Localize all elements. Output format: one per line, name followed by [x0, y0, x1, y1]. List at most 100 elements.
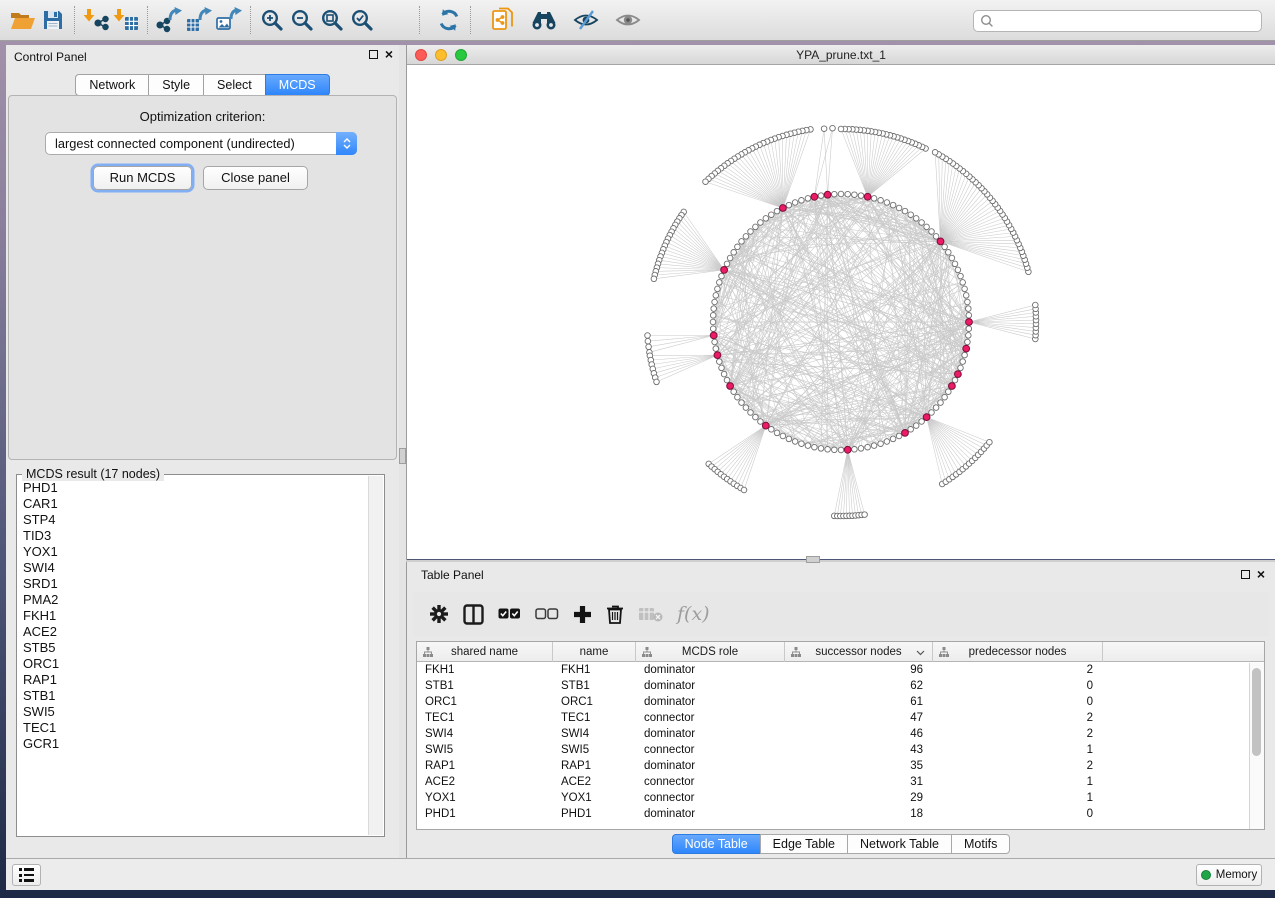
cell-predecessor-nodes: 0 — [933, 678, 1103, 694]
cell-shared-name: SWI5 — [417, 742, 553, 758]
select-all-button[interactable] — [498, 608, 521, 620]
table-scrollbar-thumb[interactable] — [1252, 668, 1261, 756]
cell-mcds-role: dominator — [636, 758, 785, 774]
deselect-all-button[interactable] — [535, 608, 559, 620]
export-table-button[interactable] — [184, 5, 214, 35]
result-item[interactable]: CAR1 — [23, 496, 367, 512]
table-row[interactable]: STB1STB1dominator620 — [417, 678, 1264, 694]
table-row[interactable]: ORC1ORC1dominator610 — [417, 694, 1264, 710]
create-column-button[interactable] — [573, 605, 592, 624]
network-graph — [407, 65, 1275, 559]
search-input[interactable] — [999, 14, 1261, 28]
table-panel: Table Panel × — [406, 562, 1275, 858]
close-window-icon[interactable] — [415, 49, 427, 61]
close-panel-icon[interactable]: × — [385, 49, 393, 59]
table-row[interactable]: ACE2ACE2connector311 — [417, 774, 1264, 790]
cell-predecessor-nodes: 2 — [933, 726, 1103, 742]
tab-mcds[interactable]: MCDS — [265, 74, 330, 96]
first-neighbors-button[interactable] — [529, 5, 559, 35]
open-session-button[interactable] — [8, 5, 38, 35]
optimization-criterion-select[interactable]: largest connected component (undirected) — [45, 132, 357, 155]
table-row[interactable]: YOX1YOX1connector291 — [417, 790, 1264, 806]
result-item[interactable]: STB5 — [23, 640, 367, 656]
result-item[interactable]: TID3 — [23, 528, 367, 544]
network-canvas[interactable] — [407, 65, 1275, 559]
cell-shared-name: ACE2 — [417, 774, 553, 790]
tab-select[interactable]: Select — [203, 74, 265, 96]
cell-mcds-role: connector — [636, 774, 785, 790]
result-item[interactable]: ORC1 — [23, 656, 367, 672]
zoom-in-button[interactable] — [257, 5, 287, 35]
tab-node-table[interactable]: Node Table — [672, 834, 760, 854]
table-row[interactable]: TEC1TEC1connector472 — [417, 710, 1264, 726]
column-header-predecessor-nodes[interactable]: predecessor nodes — [933, 642, 1103, 662]
result-item[interactable]: STB1 — [23, 688, 367, 704]
result-item[interactable]: YOX1 — [23, 544, 367, 560]
column-header-successor-nodes[interactable]: successor nodes — [785, 642, 933, 662]
column-header-name[interactable]: name — [553, 642, 636, 662]
clone-network-button[interactable] — [489, 5, 519, 35]
result-scrollbar[interactable] — [368, 476, 383, 835]
import-network-button[interactable] — [81, 5, 111, 35]
save-session-button[interactable] — [38, 5, 68, 35]
import-table-button[interactable] — [111, 5, 141, 35]
result-item[interactable]: TEC1 — [23, 720, 367, 736]
tab-network[interactable]: Network — [75, 74, 148, 96]
close-table-panel-icon[interactable]: × — [1257, 569, 1265, 579]
result-item[interactable]: STP4 — [23, 512, 367, 528]
result-item[interactable]: SRD1 — [23, 576, 367, 592]
memory-button[interactable]: Memory — [1196, 864, 1262, 886]
delete-column-button[interactable] — [606, 604, 624, 624]
tab-edge-table[interactable]: Edge Table — [760, 834, 847, 854]
show-all-button[interactable] — [613, 5, 643, 35]
delete-table-button[interactable] — [638, 606, 663, 622]
tab-network-table[interactable]: Network Table — [847, 834, 951, 854]
splitter-grip[interactable] — [399, 448, 406, 464]
run-mcds-button[interactable]: Run MCDS — [93, 166, 192, 190]
result-item[interactable]: ACE2 — [23, 624, 367, 640]
horizontal-splitter-grip[interactable] — [806, 556, 820, 563]
import-network-icon — [83, 7, 109, 33]
result-item[interactable]: PHD1 — [23, 480, 367, 496]
export-network-icon — [156, 7, 182, 33]
float-panel-icon[interactable] — [369, 50, 378, 59]
save-icon — [42, 9, 64, 31]
zoom-selected-button[interactable] — [347, 5, 377, 35]
vertical-splitter[interactable] — [399, 45, 406, 858]
memory-label: Memory — [1216, 869, 1258, 881]
function-builder-button[interactable]: f(x) — [677, 603, 710, 625]
task-history-button[interactable] — [12, 864, 41, 886]
table-row[interactable]: FKH1FKH1dominator962 — [417, 662, 1264, 678]
result-item[interactable]: SWI4 — [23, 560, 367, 576]
result-item[interactable]: SWI5 — [23, 704, 367, 720]
show-columns-button[interactable] — [463, 604, 484, 625]
table-row[interactable]: RAP1RAP1dominator352 — [417, 758, 1264, 774]
table-scrollbar[interactable] — [1249, 663, 1264, 829]
apply-layout-button[interactable] — [434, 5, 464, 35]
hide-selected-button[interactable] — [571, 5, 601, 35]
plus-icon — [573, 605, 592, 624]
table-mode-button[interactable] — [429, 604, 449, 624]
result-item[interactable]: FKH1 — [23, 608, 367, 624]
maximize-window-icon[interactable] — [455, 49, 467, 61]
column-header-mcds-role[interactable]: MCDS role — [636, 642, 785, 662]
zoom-fit-button[interactable] — [317, 5, 347, 35]
result-item[interactable]: RAP1 — [23, 672, 367, 688]
tab-style[interactable]: Style — [148, 74, 203, 96]
result-item[interactable]: PMA2 — [23, 592, 367, 608]
close-panel-button[interactable]: Close panel — [203, 166, 308, 190]
zoom-out-button[interactable] — [287, 5, 317, 35]
zoom-selected-icon — [350, 8, 374, 32]
list-icon — [19, 868, 34, 882]
float-table-panel-icon[interactable] — [1241, 570, 1250, 579]
table-row[interactable]: SWI5SWI5connector431 — [417, 742, 1264, 758]
table-row[interactable]: SWI4SWI4dominator462 — [417, 726, 1264, 742]
table-header: shared namenameMCDS rolesuccessor nodesp… — [417, 642, 1264, 662]
minimize-window-icon[interactable] — [435, 49, 447, 61]
result-item[interactable]: GCR1 — [23, 736, 367, 752]
tab-motifs[interactable]: Motifs — [951, 834, 1010, 854]
table-row[interactable]: PHD1PHD1dominator180 — [417, 806, 1264, 822]
export-network-button[interactable] — [154, 5, 184, 35]
column-header-shared-name[interactable]: shared name — [417, 642, 553, 662]
export-image-button[interactable] — [214, 5, 244, 35]
